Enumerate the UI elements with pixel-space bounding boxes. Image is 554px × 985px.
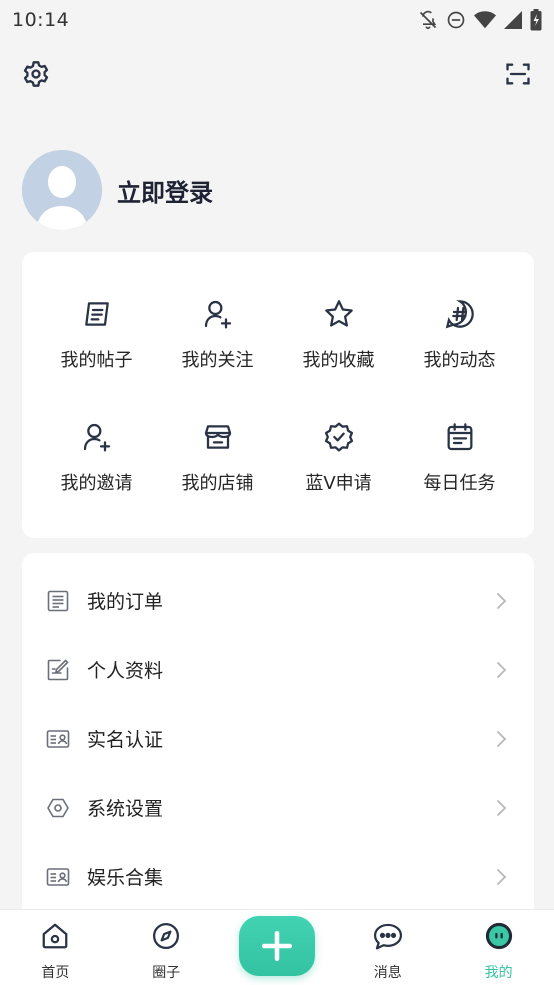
- grid-item-label: 我的动态: [424, 346, 496, 372]
- grid-item-my-posts[interactable]: 我的帖子: [42, 296, 152, 372]
- grid-item-my-favorites[interactable]: 我的收藏: [284, 296, 394, 372]
- grid-item-label: 每日任务: [424, 469, 496, 495]
- list-item-label: 个人资料: [87, 656, 163, 683]
- tab-messages[interactable]: 消息: [343, 910, 433, 982]
- login-link[interactable]: 立即登录: [117, 173, 213, 208]
- hashtag-icon: [444, 298, 476, 330]
- tab-mine[interactable]: 我的: [454, 910, 544, 982]
- list-item-label: 娱乐合集: [87, 863, 163, 890]
- grid-item-label: 我的关注: [182, 346, 254, 372]
- grid-item-label: 蓝V申请: [305, 469, 371, 495]
- list-item-label: 系统设置: [87, 794, 163, 821]
- status-icons: [418, 9, 542, 31]
- grid-item-my-store[interactable]: 我的店铺: [163, 419, 273, 495]
- grid-item-label: 我的帖子: [61, 346, 133, 372]
- chevron-right-icon: [494, 661, 508, 679]
- verified-badge-icon: [323, 421, 355, 453]
- tab-home[interactable]: 首页: [10, 910, 100, 982]
- profile-header[interactable]: 立即登录: [22, 150, 213, 230]
- chevron-right-icon: [494, 868, 508, 886]
- default-avatar-icon: [22, 150, 102, 230]
- battery-icon: [530, 9, 542, 31]
- star-icon: [323, 298, 355, 330]
- user-invite-icon: [81, 421, 113, 453]
- grid-item-my-follows[interactable]: 我的关注: [163, 296, 273, 372]
- gear-icon[interactable]: [22, 60, 50, 88]
- wifi-icon: [474, 10, 496, 30]
- order-icon: [46, 589, 70, 613]
- tab-label: 首页: [41, 962, 69, 982]
- bell-off-icon: [418, 10, 438, 30]
- tab-label: 圈子: [152, 962, 180, 982]
- mine-face-icon: [484, 921, 514, 951]
- tab-publish[interactable]: [232, 910, 322, 976]
- edit-profile-icon: [46, 658, 70, 682]
- list-item-label: 实名认证: [87, 725, 163, 752]
- feature-grid-card: 我的帖子 我的关注 我的收藏 我的动态 我的邀请: [22, 252, 534, 538]
- list-item-label: 我的订单: [87, 587, 163, 614]
- tab-label: 消息: [374, 962, 402, 982]
- grid-item-label: 我的邀请: [61, 469, 133, 495]
- home-icon: [40, 921, 70, 951]
- list-item-my-orders[interactable]: 我的订单: [22, 566, 534, 635]
- avatar[interactable]: [22, 150, 102, 230]
- plus-icon: [260, 929, 294, 963]
- grid-item-label: 我的收藏: [303, 346, 375, 372]
- scan-icon[interactable]: [504, 60, 532, 88]
- calendar-icon: [444, 421, 476, 453]
- bottom-tab-bar: 首页 圈子 消息 我的: [0, 909, 554, 985]
- compass-icon: [151, 921, 181, 951]
- collection-card-icon: [46, 865, 70, 889]
- id-card-icon: [46, 727, 70, 751]
- chevron-right-icon: [494, 730, 508, 748]
- status-bar: 10:14: [0, 0, 554, 40]
- list-item-personal-profile[interactable]: 个人资料: [22, 635, 534, 704]
- grid-item-label: 我的店铺: [182, 469, 254, 495]
- status-time: 10:14: [12, 9, 69, 31]
- grid-item-blue-v-apply[interactable]: 蓝V申请: [284, 419, 394, 495]
- chevron-right-icon: [494, 592, 508, 610]
- menu-list-card: 我的订单 个人资料 实名认证 系统设置 娱乐合集: [22, 553, 534, 953]
- message-icon: [372, 921, 404, 951]
- grid-item-my-activity[interactable]: 我的动态: [405, 296, 515, 372]
- grid-item-my-invites[interactable]: 我的邀请: [42, 419, 152, 495]
- grid-item-daily-tasks[interactable]: 每日任务: [405, 419, 515, 495]
- publish-button[interactable]: [239, 916, 315, 976]
- top-tools: [20, 58, 534, 94]
- hexagon-settings-icon: [46, 796, 70, 820]
- list-item-real-name-verification[interactable]: 实名认证: [22, 704, 534, 773]
- signal-icon: [504, 10, 522, 30]
- list-item-entertainment-collection[interactable]: 娱乐合集: [22, 842, 534, 911]
- store-icon: [202, 421, 234, 453]
- feature-grid-row: 我的邀请 我的店铺 蓝V申请 每日任务: [22, 372, 534, 495]
- post-icon: [81, 298, 113, 330]
- chevron-right-icon: [494, 799, 508, 817]
- dnd-icon: [446, 10, 466, 30]
- tab-label: 我的: [485, 962, 513, 982]
- user-follow-icon: [202, 298, 234, 330]
- list-item-system-settings[interactable]: 系统设置: [22, 773, 534, 842]
- feature-grid-row: 我的帖子 我的关注 我的收藏 我的动态: [22, 252, 534, 372]
- tab-circle[interactable]: 圈子: [121, 910, 211, 982]
